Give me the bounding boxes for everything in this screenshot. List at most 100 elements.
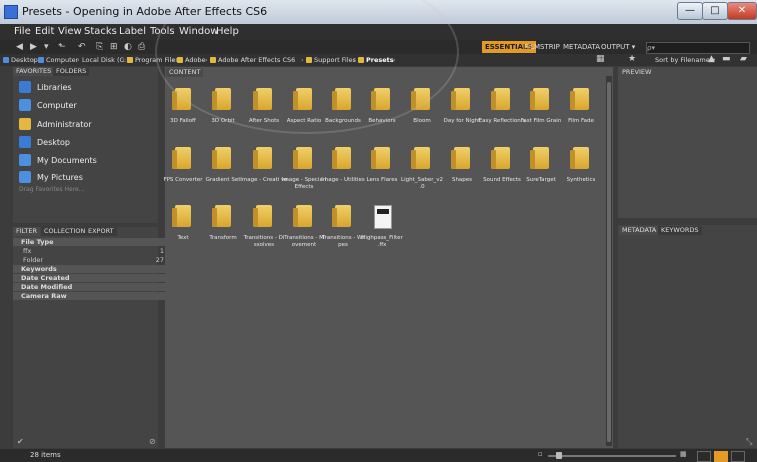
folder-item[interactable]: Shapes [442, 147, 482, 195]
folder-icon [491, 88, 510, 110]
folder-icon [172, 147, 191, 169]
menu-view[interactable]: View [58, 26, 82, 37]
tab-keywords[interactable]: KEYWORDS [658, 226, 702, 235]
folder-item[interactable]: Lens Flares [362, 147, 402, 195]
folder-item[interactable]: Text [163, 205, 203, 253]
scrollbar-thumb[interactable] [607, 82, 611, 442]
favorite-label: My Documents [37, 155, 97, 165]
filter-date-modified-header[interactable]: Date Modified [13, 283, 166, 291]
favorite-libraries[interactable]: Libraries [19, 80, 72, 94]
metadata-options-icon[interactable]: ⤡ [746, 437, 752, 447]
favorite-desktop[interactable]: Desktop [19, 135, 70, 149]
item-name: Highpass_Filter .ffx [361, 235, 403, 248]
slider-knob[interactable] [556, 452, 562, 459]
filter-row[interactable]: Folder 27 [13, 256, 168, 264]
open-camera-raw-icon[interactable]: ◐ [124, 42, 132, 52]
folder-item[interactable]: SureTarget [521, 147, 561, 195]
folder-icon [570, 147, 589, 169]
workspace-metadata[interactable]: METADATA [563, 41, 600, 53]
folder-item[interactable]: Fast Film Grain [521, 88, 561, 136]
desktop-icon [19, 136, 31, 148]
close-button[interactable]: ✕ [727, 2, 757, 20]
folder-icon [212, 147, 231, 169]
breadcrumb-computer[interactable]: Computer [46, 55, 78, 65]
favorite-my-documents[interactable]: My Documents [19, 153, 97, 167]
folder-item[interactable]: Gradient Set [203, 147, 243, 195]
folder-item[interactable]: Light_Saber_v2 .0 [401, 147, 443, 195]
thumbnail-size-slider[interactable] [548, 455, 676, 457]
refine-icon[interactable]: ⊞ [110, 42, 118, 52]
user-folder-icon [19, 118, 31, 130]
favorite-computer[interactable]: Computer [19, 98, 77, 112]
maximize-button[interactable]: □ [702, 2, 728, 20]
zoom-in-icon[interactable]: ▦ [680, 450, 687, 458]
zoom-out-icon[interactable]: ▫ [538, 450, 543, 458]
filter-row[interactable]: ffx 1 [13, 247, 168, 255]
favorite-label: Computer [37, 100, 77, 110]
folder-item[interactable]: Transitions - M ovement [284, 205, 324, 253]
tab-filter[interactable]: FILTER [13, 227, 40, 236]
folder-item[interactable]: Easy Reflection s [479, 88, 525, 136]
folder-item[interactable]: Image - Utilities [321, 147, 365, 195]
tab-metadata[interactable]: METADATA [619, 226, 660, 235]
favorite-administrator[interactable]: Administrator [19, 117, 92, 131]
computer-icon [19, 99, 31, 111]
favorite-label: Desktop [37, 137, 70, 147]
folder-icon [451, 147, 470, 169]
favorites-drop-hint: Drag Favorites Here... [19, 186, 85, 193]
filter-date-created-header[interactable]: Date Created [13, 274, 166, 282]
back-icon[interactable]: ◀ [16, 42, 23, 52]
tab-preview[interactable]: PREVIEW [619, 68, 655, 77]
folder-icon [491, 147, 510, 169]
workspace-filmstrip[interactable]: FILMSTRIP [524, 41, 560, 53]
grid-lock-button[interactable] [697, 451, 711, 462]
dropdown-icon[interactable]: ▾ [44, 42, 49, 52]
favorite-my-pictures[interactable]: My Pictures [19, 170, 83, 184]
filter-lock-icon[interactable]: ⊘ [149, 437, 156, 446]
tab-favorites[interactable]: FAVORITES [13, 67, 55, 76]
menu-edit[interactable]: Edit [35, 26, 54, 37]
filter-file-type-header[interactable]: File Type [13, 238, 166, 246]
file-item[interactable]: Highpass_Filter .ffx [361, 205, 403, 253]
folder-item[interactable]: Transitions - Wi pes [322, 205, 364, 253]
star-filter-icon[interactable]: ★ [628, 54, 636, 64]
sort-ascending-icon[interactable]: ▲ [708, 54, 715, 64]
folder-item[interactable]: Transitions - Di ssolves [244, 205, 284, 253]
workspace-output[interactable]: OUTPUT ▾ [601, 41, 635, 53]
boomerang-icon[interactable]: ↶ [78, 42, 86, 52]
folder-item[interactable]: Image - Creati ve [240, 147, 288, 195]
folder-item[interactable]: Sound Effects [482, 147, 522, 195]
new-folder-icon[interactable]: ▰ [740, 54, 747, 64]
filter-keywords-header[interactable]: Keywords [13, 265, 166, 273]
menu-file[interactable]: File [14, 26, 31, 37]
filter-row-count: 27 [155, 256, 164, 264]
folder-icon [570, 88, 589, 110]
libraries-icon [19, 81, 31, 93]
output-icon[interactable]: ⎙ [138, 42, 145, 52]
filter-camera-raw-header[interactable]: Camera Raw [13, 292, 166, 300]
recent-files-icon[interactable]: ▬ [722, 54, 731, 64]
forward-icon[interactable]: ▶ [30, 42, 37, 52]
grid-view-icon[interactable]: ▦ [596, 54, 605, 64]
content-scrollbar[interactable] [606, 76, 612, 446]
clear-filter-icon[interactable]: ✔ [17, 437, 24, 446]
folder-item[interactable]: Film Fade [561, 88, 601, 136]
menu-label[interactable]: Label [119, 26, 146, 37]
folder-icon [127, 57, 133, 63]
tab-folders[interactable]: FOLDERS [53, 67, 90, 76]
tab-export[interactable]: EXPORT [85, 227, 117, 236]
folder-item[interactable]: Transform [203, 205, 243, 253]
get-photos-icon[interactable]: ⎘ [96, 42, 103, 52]
folder-item[interactable]: Synthetics [561, 147, 601, 195]
folder-item[interactable]: FPS Converter [163, 147, 203, 195]
folder-item[interactable]: Day for Night [442, 88, 482, 136]
parent-folder-icon[interactable]: ⬑ [58, 42, 66, 52]
minimize-button[interactable]: — [677, 2, 703, 20]
sort-dropdown[interactable]: Sort by Filename ▾ [655, 55, 715, 65]
menu-stacks[interactable]: Stacks [84, 26, 117, 37]
view-thumbnails-button[interactable] [714, 451, 728, 462]
folder-icon [530, 147, 549, 169]
search-input[interactable]: ρ▾ [646, 42, 750, 54]
view-details-button[interactable] [731, 451, 745, 462]
folder-item[interactable]: Image - Specia l Effects [282, 147, 326, 195]
